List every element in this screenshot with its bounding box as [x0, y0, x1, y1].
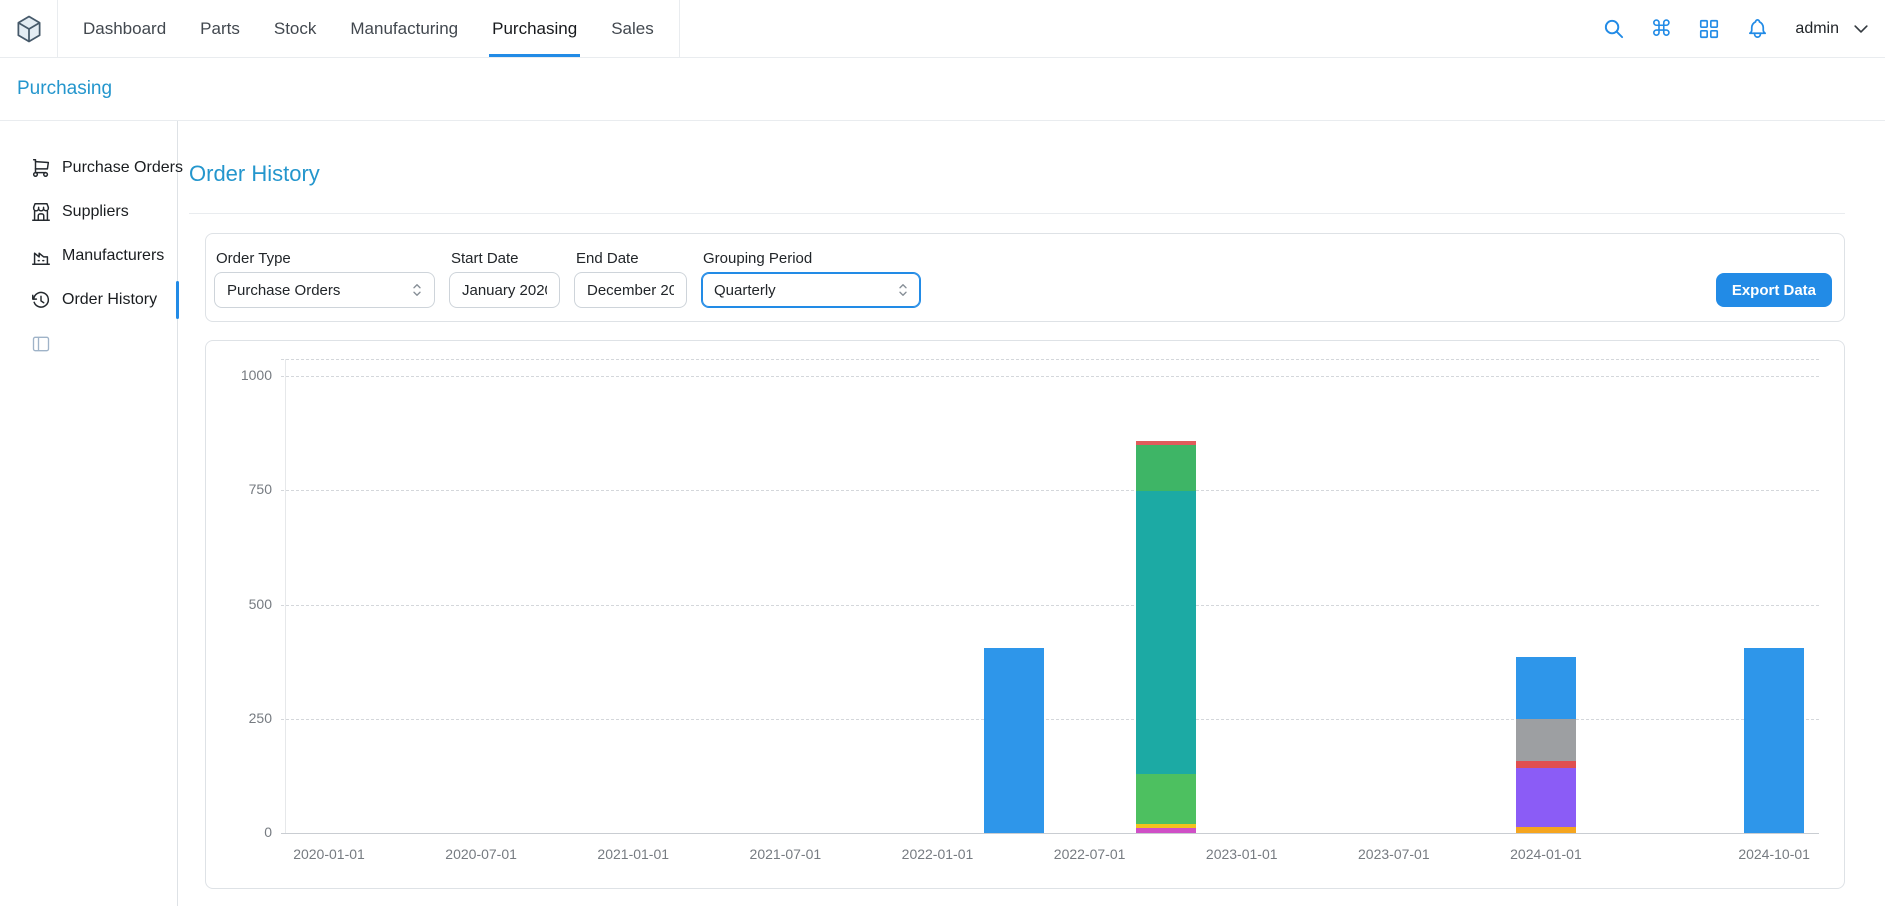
- grouping-period-value: Quarterly: [714, 282, 886, 299]
- sidebar-item-purchase-orders[interactable]: Purchase Orders: [0, 146, 177, 190]
- start-date-label: Start Date: [451, 250, 560, 267]
- y-axis-label: 0: [220, 824, 272, 840]
- chart-gridline: [281, 490, 1819, 491]
- nav-tab-stock[interactable]: Stock: [257, 0, 334, 57]
- bar-segment-2022-10-01[interactable]: [1136, 828, 1196, 833]
- search-icon[interactable]: [1601, 17, 1625, 41]
- chart-gridline: [281, 719, 1819, 720]
- sidebar-collapse-icon[interactable]: [31, 334, 51, 354]
- building-factory-icon: [30, 245, 52, 267]
- bar-segment-2022-10-01[interactable]: [1136, 491, 1196, 773]
- page-body: Purchase Orders Suppliers: [0, 121, 1885, 906]
- bar-segment-2024-01-01[interactable]: [1516, 719, 1576, 761]
- x-axis-label: 2022-07-01: [1025, 846, 1155, 862]
- y-axis-label: 750: [220, 481, 272, 497]
- chevron-updown-icon: [894, 281, 912, 299]
- sidebar: Purchase Orders Suppliers: [0, 121, 178, 906]
- app-window: Dashboard Parts Stock Manufacturing Purc…: [0, 0, 1885, 906]
- nav-tab-sales[interactable]: Sales: [594, 0, 671, 57]
- history-icon: [30, 289, 52, 311]
- sidebar-item-label: Order History: [62, 291, 157, 309]
- chart-gridline: [281, 833, 1819, 834]
- sidebar-item-suppliers[interactable]: Suppliers: [0, 190, 177, 234]
- command-palette-icon[interactable]: ⌘: [1649, 17, 1673, 41]
- nav-tab-purchasing[interactable]: Purchasing: [475, 0, 594, 57]
- main-header: Dashboard Parts Stock Manufacturing Purc…: [0, 0, 1885, 58]
- sidebar-item-label: Manufacturers: [62, 247, 164, 265]
- x-axis-label: 2021-07-01: [720, 846, 850, 862]
- nav-tab-parts[interactable]: Parts: [183, 0, 257, 57]
- chevron-updown-icon: [408, 281, 426, 299]
- sidebar-item-label: Suppliers: [62, 203, 129, 221]
- x-axis-label: 2024-10-01: [1709, 846, 1839, 862]
- bar-segment-2022-10-01[interactable]: [1136, 445, 1196, 491]
- bar-segment-2024-01-01[interactable]: [1516, 657, 1576, 719]
- end-date-label: End Date: [576, 250, 687, 267]
- chart-gridline: [281, 605, 1819, 606]
- x-axis-label: 2023-01-01: [1177, 846, 1307, 862]
- start-date-field: Start Date: [449, 250, 560, 308]
- order-type-select[interactable]: Purchase Orders: [214, 272, 435, 308]
- chart-gridline: [281, 359, 1819, 360]
- title-divider: [189, 213, 1845, 214]
- bar-segment-2022-04-01[interactable]: [984, 648, 1044, 833]
- grouping-period-label: Grouping Period: [703, 250, 921, 267]
- chevron-down-icon: [1851, 19, 1871, 39]
- y-axis-label: 250: [220, 710, 272, 726]
- header-actions: ⌘ admin: [1601, 0, 1877, 57]
- username: admin: [1795, 20, 1839, 38]
- command-glyph: ⌘: [1650, 18, 1672, 40]
- end-date-field: End Date: [574, 250, 687, 308]
- chart-gridline: [281, 376, 1819, 377]
- shopping-cart-icon: [30, 157, 52, 179]
- bar-segment-2024-01-01[interactable]: [1516, 768, 1576, 826]
- x-axis-label: 2021-01-01: [568, 846, 698, 862]
- y-axis-label: 500: [220, 596, 272, 612]
- x-axis-label: 2020-01-01: [264, 846, 394, 862]
- breadcrumb-bar: Purchasing: [0, 58, 1885, 121]
- x-axis-label: 2022-01-01: [872, 846, 1002, 862]
- sidebar-item-label: Purchase Orders: [62, 159, 183, 177]
- chart-plot: 025050075010002020-01-012020-07-012021-0…: [285, 359, 1819, 833]
- bar-segment-2024-01-01[interactable]: [1516, 761, 1576, 768]
- main-content: Order History Order Type Purchase Orders: [178, 121, 1885, 906]
- order-type-label: Order Type: [216, 250, 435, 267]
- grouping-period-select[interactable]: Quarterly: [701, 272, 921, 308]
- order-type-field: Order Type Purchase Orders: [214, 250, 435, 308]
- x-axis-label: 2023-07-01: [1329, 846, 1459, 862]
- user-menu[interactable]: admin: [1795, 19, 1871, 39]
- header-left: Dashboard Parts Stock Manufacturing Purc…: [14, 0, 680, 57]
- x-axis-label: 2024-01-01: [1481, 846, 1611, 862]
- start-date-input[interactable]: [449, 272, 560, 308]
- y-axis-label: 1000: [220, 367, 272, 383]
- bar-segment-2024-01-01[interactable]: [1516, 827, 1576, 833]
- page-title: Order History: [189, 161, 1845, 187]
- notifications-bell-icon[interactable]: [1745, 17, 1769, 41]
- order-type-value: Purchase Orders: [227, 282, 400, 299]
- main-nav: Dashboard Parts Stock Manufacturing Purc…: [57, 0, 680, 57]
- nav-tab-manufacturing[interactable]: Manufacturing: [333, 0, 475, 57]
- filter-panel: Order Type Purchase Orders Start Date: [205, 233, 1845, 322]
- end-date-input[interactable]: [574, 272, 687, 308]
- x-axis-label: 2020-07-01: [416, 846, 546, 862]
- app-logo-icon[interactable]: [14, 14, 44, 44]
- bar-segment-2022-10-01[interactable]: [1136, 774, 1196, 824]
- sidebar-item-manufacturers[interactable]: Manufacturers: [0, 234, 177, 278]
- bar-segment-2022-10-01[interactable]: [1136, 824, 1196, 828]
- qr-scan-icon[interactable]: [1697, 17, 1721, 41]
- sidebar-item-order-history[interactable]: Order History: [0, 278, 177, 322]
- breadcrumb-purchasing[interactable]: Purchasing: [17, 78, 112, 100]
- grouping-period-field: Grouping Period Quarterly: [701, 250, 921, 308]
- order-history-chart-card: 0 250 500 750 1000 2020-01-01 2020-07-01 2021-0…: [205, 340, 1845, 889]
- nav-tab-dashboard[interactable]: Dashboard: [66, 0, 183, 57]
- bar-segment-2022-10-01[interactable]: [1136, 441, 1196, 446]
- building-store-icon: [30, 201, 52, 223]
- export-data-button[interactable]: Export Data: [1716, 273, 1832, 307]
- bar-segment-2024-10-01[interactable]: [1744, 648, 1804, 833]
